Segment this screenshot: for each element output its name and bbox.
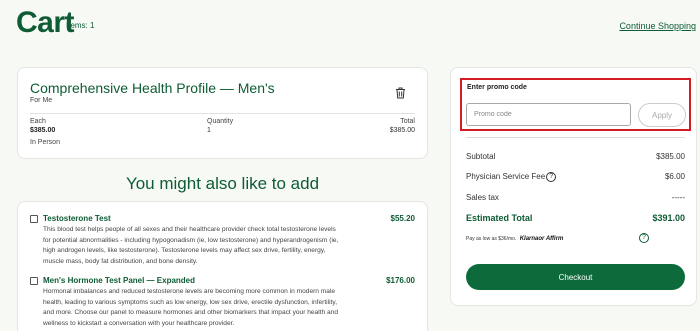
promo-label: Enter promo code: [467, 84, 527, 91]
fee-label-wrap: Physician Service Fee?: [466, 172, 557, 182]
checkout-button[interactable]: Checkout: [466, 264, 685, 290]
each-value: $385.00: [30, 127, 56, 134]
each-label: Each: [30, 118, 46, 125]
tax-label: Sales tax: [466, 193, 499, 202]
suggestion-checkbox[interactable]: [30, 277, 38, 285]
suggestion-description: Hormonal imbalances and reduced testoste…: [43, 288, 339, 327]
financing-text: Pay as low as $36/mo.: [466, 236, 517, 242]
promo-code-input[interactable]: [466, 103, 631, 126]
suggestions-title: You might also like to add: [125, 174, 320, 193]
question-icon[interactable]: ?: [546, 172, 557, 182]
fee-label: Physician Service Fee: [466, 172, 546, 182]
suggestion-description: This blood test helps people of all sexe…: [43, 226, 339, 265]
quantity-label: Quantity: [207, 118, 234, 125]
suggestion-name: Men's Hormone Test Panel — Expanded: [43, 276, 196, 285]
total-label: Total: [400, 118, 415, 125]
suggestion-checkbox[interactable]: [30, 215, 38, 223]
continue-shopping-link[interactable]: Continue Shopping: [619, 21, 696, 31]
subtotal-value: $385.00: [656, 152, 685, 161]
suggestion-price: $176.00: [386, 276, 415, 285]
question-icon[interactable]: ?: [639, 233, 649, 243]
divider: [30, 113, 415, 114]
product-card: Comprehensive Health Profile — Men's For…: [17, 67, 428, 159]
estimated-total-label: Estimated Total: [466, 213, 533, 223]
total-value: $385.00: [389, 127, 415, 134]
product-subtitle: For Me: [30, 97, 53, 104]
suggestions-card: Testosterone Test $55.20 This blood test…: [17, 201, 428, 331]
format-label: In Person: [30, 139, 60, 146]
trash-icon[interactable]: [395, 87, 406, 99]
suggestion-name: Testosterone Test: [43, 214, 111, 223]
items-count: Items: 1: [66, 21, 95, 30]
quantity-value: 1: [207, 127, 211, 134]
apply-button[interactable]: Apply: [638, 103, 686, 127]
financing-brand: Klarnaor Affirm: [519, 236, 564, 242]
fee-value: $6.00: [664, 172, 685, 181]
product-name: Comprehensive Health Profile — Men's: [30, 80, 275, 96]
financing-note: Pay as low as $36/mo. Klarnaor Affirm: [466, 236, 563, 242]
subtotal-label: Subtotal: [466, 152, 496, 161]
suggestion-price: $55.20: [390, 214, 415, 223]
estimated-total-value: $391.00: [652, 213, 685, 223]
divider: [466, 137, 685, 138]
tax-value: -----: [671, 193, 685, 202]
